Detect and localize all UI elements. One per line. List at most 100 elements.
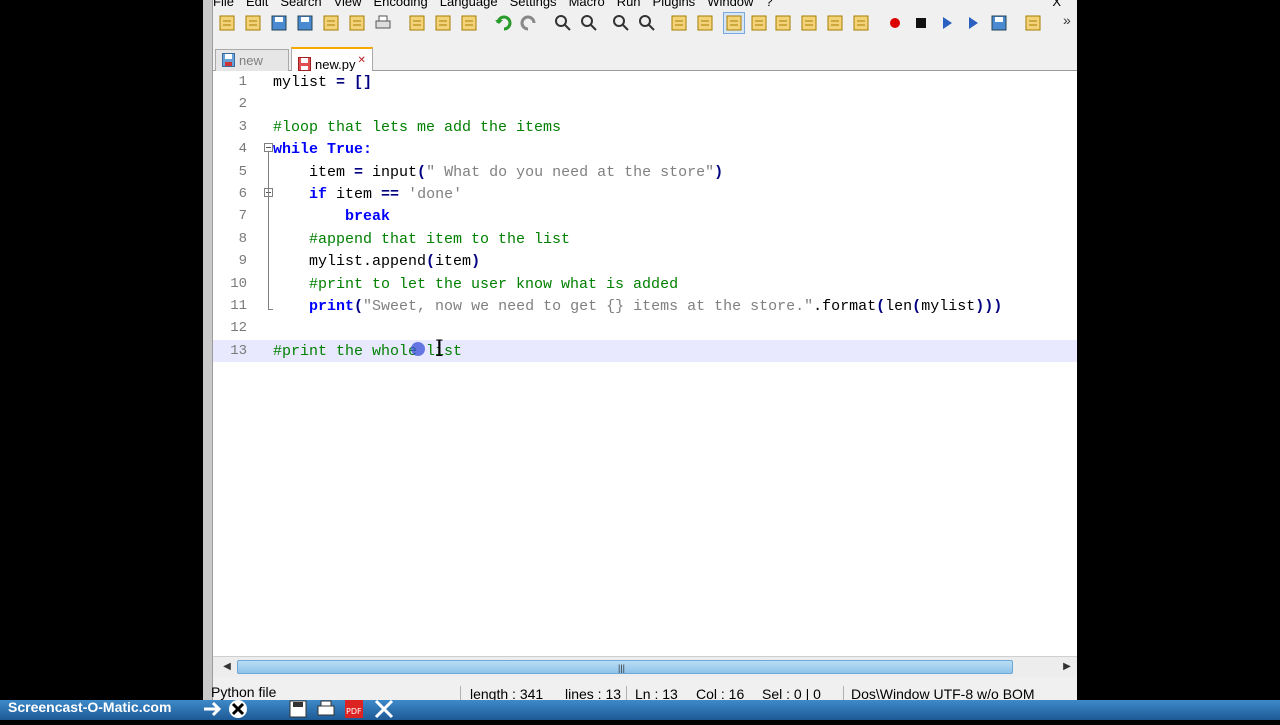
- code-token: (: [426, 253, 436, 271]
- code-text: #loop that lets me add the items: [273, 119, 561, 136]
- pdf-icon[interactable]: PDF: [343, 698, 365, 720]
- line-number: 12: [230, 320, 247, 337]
- menu-item-help[interactable]: ?: [765, 0, 772, 9]
- copy-icon[interactable]: [433, 13, 453, 33]
- menu-item-file[interactable]: File: [213, 0, 234, 9]
- close-circle-icon[interactable]: [227, 698, 249, 720]
- sync-vertical-icon[interactable]: [669, 13, 689, 33]
- notepad-plus-plus-window: File Edit Search View Encoding Language Settin…: [203, 0, 1077, 706]
- menu-item-encoding[interactable]: Encoding: [374, 0, 428, 9]
- save-icon[interactable]: [287, 698, 309, 720]
- code-token: .format: [813, 298, 877, 315]
- code-line[interactable]: 12: [213, 317, 1077, 339]
- toolbar-overflow-icon[interactable]: »: [1063, 12, 1071, 28]
- code-line[interactable]: 7 break: [213, 205, 1077, 227]
- code-line[interactable]: 3 #loop that lets me add the items: [213, 116, 1077, 138]
- menu-item-plugins[interactable]: Plugins: [653, 0, 696, 9]
- close-icon[interactable]: [321, 13, 341, 33]
- tab-new-py[interactable]: new.py ✕: [291, 47, 373, 72]
- menu-item-view[interactable]: View: [334, 0, 362, 9]
- open-file-icon[interactable]: [243, 13, 263, 33]
- menu-item-settings[interactable]: Settings: [510, 0, 557, 9]
- code-line[interactable]: 9 mylist.append(item): [213, 250, 1077, 272]
- menu-item-search[interactable]: Search: [280, 0, 321, 9]
- line-number: 2: [238, 96, 247, 113]
- code-line[interactable]: 13 #print the whole list: [213, 339, 1077, 362]
- code-line[interactable]: 5 item = input(" What do you need at the…: [213, 161, 1077, 183]
- sync-horizontal-icon[interactable]: [695, 13, 715, 33]
- pdf-label: PDF: [346, 707, 362, 716]
- fold-toggle-icon[interactable]: [264, 143, 273, 153]
- redo-icon[interactable]: [519, 13, 539, 33]
- spell-check-icon[interactable]: [1023, 13, 1043, 33]
- menu-item-macro[interactable]: Macro: [569, 0, 605, 9]
- save-icon[interactable]: [269, 13, 289, 33]
- code-line[interactable]: 1 mylist = []: [213, 71, 1077, 93]
- code-text: mylist = []: [273, 74, 372, 91]
- indent-guide-icon[interactable]: [773, 13, 793, 33]
- find-icon[interactable]: [553, 13, 573, 33]
- code-token: #print to let the user know what is adde…: [273, 275, 679, 293]
- line-number: 9: [238, 253, 247, 270]
- replace-icon[interactable]: [579, 13, 599, 33]
- line-number: 7: [238, 208, 247, 225]
- arrow-icon[interactable]: [202, 698, 224, 720]
- code-line[interactable]: 2: [213, 93, 1077, 115]
- code-line[interactable]: 10 #print to let the user know what is a…: [213, 273, 1077, 295]
- scroll-right-icon[interactable]: ▶: [1057, 657, 1077, 677]
- zoom-in-icon[interactable]: [611, 13, 631, 33]
- scroll-left-icon[interactable]: ◀: [217, 657, 237, 677]
- tab-new-1[interactable]: new 1✕: [215, 49, 289, 94]
- menu-item-window[interactable]: Window: [707, 0, 753, 9]
- menu-item-edit[interactable]: Edit: [246, 0, 268, 9]
- folder-workspace-icon[interactable]: [851, 13, 871, 33]
- close-all-icon[interactable]: [347, 13, 367, 33]
- new-file-icon[interactable]: [217, 13, 237, 33]
- disk-icon: [222, 52, 235, 67]
- code-token: =: [354, 163, 364, 181]
- function-list-icon[interactable]: [825, 13, 845, 33]
- print-icon[interactable]: [373, 13, 393, 33]
- fold-line: [268, 152, 269, 310]
- document-map-icon[interactable]: [799, 13, 819, 33]
- code-token: []: [354, 74, 373, 91]
- excel-icon[interactable]: [373, 698, 395, 720]
- zoom-out-icon[interactable]: [637, 13, 657, 33]
- code-token: ): [714, 163, 724, 181]
- code-editor[interactable]: 1 mylist = [] 2 3 #loop that lets me add the…: [213, 71, 1077, 656]
- menu-item-run[interactable]: Run: [617, 0, 641, 9]
- scrollbar-thumb[interactable]: |||: [237, 660, 1013, 674]
- line-number: 8: [238, 230, 247, 247]
- play-macro-icon[interactable]: [937, 13, 957, 33]
- paste-icon[interactable]: [459, 13, 479, 33]
- stop-macro-icon[interactable]: [911, 13, 931, 33]
- code-token: print: [309, 298, 355, 315]
- run-macro-multiple-icon[interactable]: [963, 13, 983, 33]
- click-highlight-icon: [411, 341, 425, 356]
- horizontal-scrollbar[interactable]: ◀ ||| ▶: [213, 656, 1077, 677]
- undo-icon[interactable]: [493, 13, 513, 33]
- grip-icon: |||: [618, 663, 626, 673]
- code-line[interactable]: 11 print("Sweet, now we need to get {} i…: [213, 295, 1077, 317]
- code-line[interactable]: 8 #append that item to the list: [213, 228, 1077, 250]
- print-icon[interactable]: [315, 698, 337, 720]
- word-wrap-icon[interactable]: [723, 12, 745, 34]
- save-all-icon[interactable]: [295, 13, 315, 33]
- taskbar: [0, 700, 1280, 720]
- cut-icon[interactable]: [407, 13, 427, 33]
- record-macro-icon[interactable]: [885, 13, 905, 33]
- save-macro-icon[interactable]: [989, 13, 1009, 33]
- code-line[interactable]: 4 while True:: [213, 138, 1077, 160]
- line-number: 6: [238, 186, 247, 202]
- code-line[interactable]: 6 if item == 'done': [213, 183, 1077, 205]
- menu-item-language[interactable]: Language: [440, 0, 498, 9]
- code-token: mylist.append: [273, 253, 427, 271]
- tab-close-icon[interactable]: ✕: [357, 55, 365, 66]
- window-close-button[interactable]: X: [1052, 0, 1061, 9]
- show-all-chars-icon[interactable]: [749, 13, 769, 33]
- toolbar: »: [217, 10, 1077, 40]
